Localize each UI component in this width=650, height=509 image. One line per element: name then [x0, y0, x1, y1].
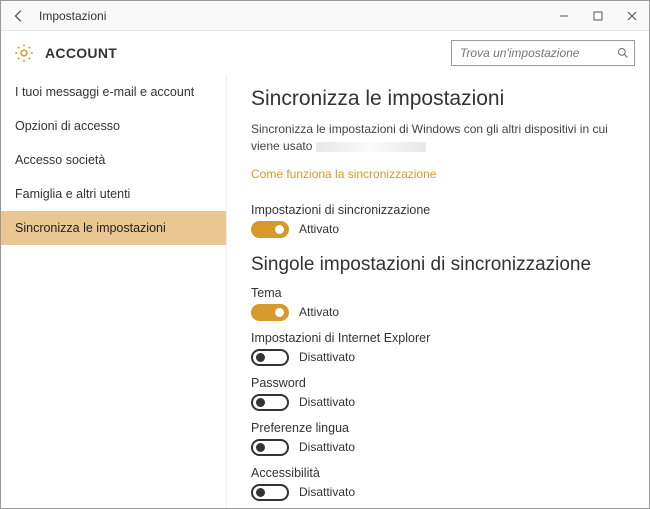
setting-label-1: Impostazioni di Internet Explorer	[251, 331, 625, 345]
sync-master-state: Attivato	[299, 222, 339, 236]
setting-toggle-2[interactable]	[251, 394, 289, 411]
setting-label-0: Tema	[251, 286, 625, 300]
maximize-button[interactable]	[581, 1, 615, 31]
setting-state-4: Disattivato	[299, 485, 355, 499]
individual-settings-title: Singole impostazioni di sincronizzazione	[251, 254, 625, 276]
setting-state-0: Attivato	[299, 305, 339, 319]
close-button[interactable]	[615, 1, 649, 31]
gear-icon	[13, 42, 35, 64]
setting-label-4: Accessibilità	[251, 466, 625, 480]
sidebar-item-1[interactable]: Opzioni di accesso	[1, 109, 226, 143]
sync-help-link[interactable]: Come funziona la sincronizzazione	[251, 167, 436, 181]
setting-label-2: Password	[251, 376, 625, 390]
sidebar-item-0[interactable]: I tuoi messaggi e-mail e account	[1, 75, 226, 109]
search-input[interactable]	[460, 46, 617, 60]
desc-text: Sincronizza le impostazioni di Windows c…	[251, 122, 608, 153]
page-header-title: ACCOUNT	[45, 45, 441, 61]
sidebar: I tuoi messaggi e-mail e accountOpzioni …	[1, 75, 227, 508]
search-box[interactable]	[451, 40, 635, 66]
content-pane: Sincronizza le impostazioni Sincronizza …	[227, 75, 649, 508]
setting-state-3: Disattivato	[299, 440, 355, 454]
setting-state-1: Disattivato	[299, 350, 355, 364]
section-title: Sincronizza le impostazioni	[251, 87, 625, 111]
sync-master-toggle[interactable]	[251, 221, 289, 238]
setting-toggle-3[interactable]	[251, 439, 289, 456]
setting-state-2: Disattivato	[299, 395, 355, 409]
setting-toggle-4[interactable]	[251, 484, 289, 501]
search-icon[interactable]	[617, 47, 629, 59]
back-button[interactable]	[1, 1, 37, 31]
setting-toggle-1[interactable]	[251, 349, 289, 366]
redacted-account	[316, 142, 426, 152]
minimize-button[interactable]	[547, 1, 581, 31]
section-description: Sincronizza le impostazioni di Windows c…	[251, 121, 611, 155]
setting-label-3: Preferenze lingua	[251, 421, 625, 435]
sidebar-item-4[interactable]: Sincronizza le impostazioni	[1, 211, 226, 245]
sidebar-item-2[interactable]: Accesso società	[1, 143, 226, 177]
sidebar-item-3[interactable]: Famiglia e altri utenti	[1, 177, 226, 211]
window-title: Impostazioni	[37, 9, 106, 23]
setting-toggle-0[interactable]	[251, 304, 289, 321]
sync-settings-label: Impostazioni di sincronizzazione	[251, 203, 625, 217]
